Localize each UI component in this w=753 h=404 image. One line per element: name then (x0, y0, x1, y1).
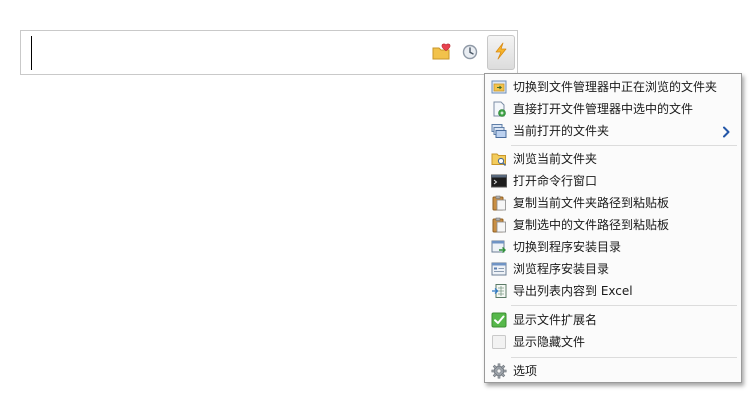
menu-item-label: 打开命令行窗口 (513, 174, 598, 188)
menu-item-export-list-excel[interactable]: 导出列表内容到 Excel (487, 280, 739, 302)
clipboard-file-icon (491, 217, 507, 233)
menu-item-switch-to-install-dir[interactable]: 切换到程序安装目录 (487, 236, 739, 258)
open-file-icon (491, 101, 507, 117)
search-box[interactable] (20, 30, 518, 75)
menu-item-label: 显示文件扩展名 (513, 313, 598, 327)
gear-icon (491, 363, 507, 379)
actions-context-menu: 切换到文件管理器中正在浏览的文件夹 直接打开文件管理器中选中的文件 当前打开的文… (484, 73, 742, 383)
menu-item-label: 当前打开的文件夹 (513, 124, 610, 138)
menu-item-label: 浏览程序安装目录 (513, 262, 610, 276)
menu-item-switch-to-explorer-folder[interactable]: 切换到文件管理器中正在浏览的文件夹 (487, 76, 739, 98)
menu-separator (511, 305, 737, 306)
menu-item-open-command-prompt[interactable]: 打开命令行窗口 (487, 170, 739, 192)
menu-item-browse-current-folder[interactable]: 浏览当前文件夹 (487, 148, 739, 170)
menu-item-open-folders-submenu[interactable]: 当前打开的文件夹 (487, 120, 739, 142)
menu-item-options[interactable]: 选项 (487, 360, 739, 382)
menu-item-open-selected-file[interactable]: 直接打开文件管理器中选中的文件 (487, 98, 739, 120)
menu-item-label: 浏览当前文件夹 (513, 152, 598, 166)
checkbox-checked-icon[interactable] (491, 312, 507, 328)
menu-separator (511, 145, 737, 146)
menu-item-label: 导出列表内容到 Excel (513, 284, 633, 298)
folder-heart-icon[interactable] (432, 42, 452, 62)
search-input[interactable] (33, 37, 427, 71)
menu-item-browse-install-dir[interactable]: 浏览程序安装目录 (487, 258, 739, 280)
program-browse-icon (491, 261, 507, 277)
menu-item-label: 显示隐藏文件 (513, 335, 586, 349)
actions-menu-button[interactable] (487, 35, 515, 70)
export-excel-icon (491, 283, 507, 299)
menu-item-show-file-extensions[interactable]: 显示文件扩展名 (487, 309, 739, 331)
text-caret (31, 36, 32, 70)
folder-switch-icon (491, 79, 507, 95)
menu-item-label: 切换到文件管理器中正在浏览的文件夹 (513, 80, 718, 94)
menu-item-show-hidden-files[interactable]: 显示隐藏文件 (487, 331, 739, 353)
menu-item-label: 直接打开文件管理器中选中的文件 (513, 102, 694, 116)
menu-item-label: 切换到程序安装目录 (513, 240, 622, 254)
program-switch-icon (491, 239, 507, 255)
menu-item-label: 复制选中的文件路径到粘贴板 (513, 218, 670, 232)
clock-icon[interactable] (460, 42, 480, 62)
menu-item-label: 选项 (513, 364, 538, 378)
checkbox-unchecked-icon[interactable] (491, 334, 507, 350)
menu-item-copy-folder-path[interactable]: 复制当前文件夹路径到粘贴板 (487, 192, 739, 214)
chevron-right-icon (721, 124, 731, 138)
menu-item-label: 复制当前文件夹路径到粘贴板 (513, 196, 670, 210)
lightning-bolt-icon (493, 42, 509, 64)
windows-stack-icon (491, 123, 507, 139)
menu-item-copy-selected-file-path[interactable]: 复制选中的文件路径到粘贴板 (487, 214, 739, 236)
menu-separator (511, 357, 737, 358)
clipboard-folder-icon (491, 195, 507, 211)
folder-browse-icon (491, 151, 507, 167)
terminal-icon (491, 173, 507, 189)
